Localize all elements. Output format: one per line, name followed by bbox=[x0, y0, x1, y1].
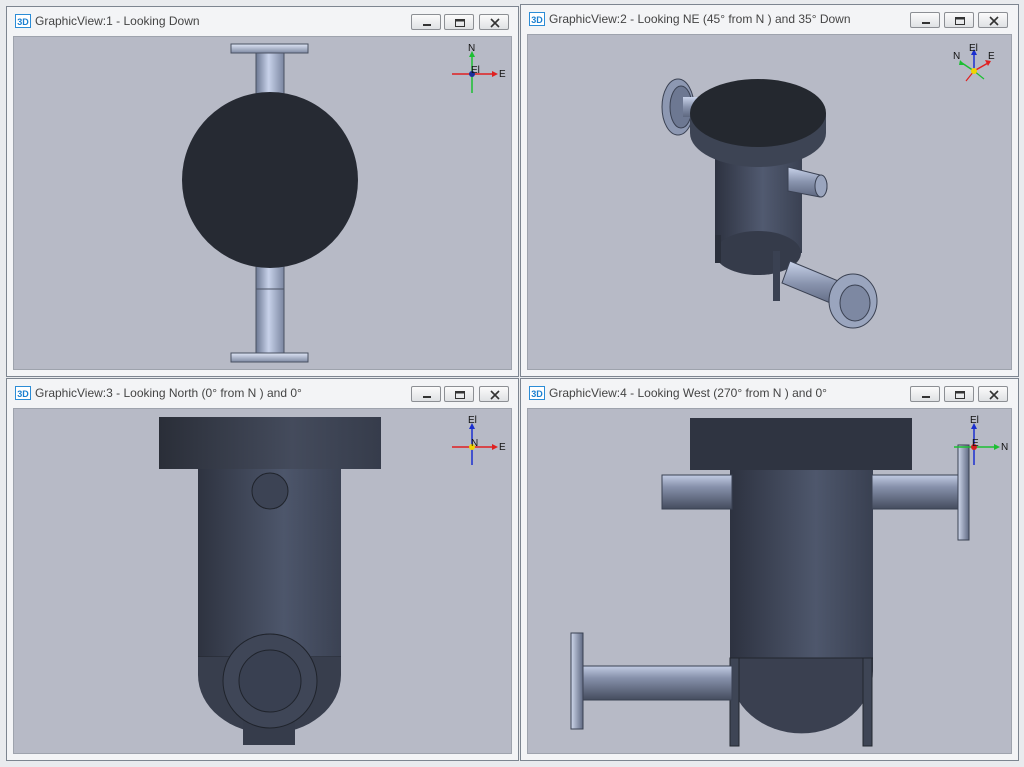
close-button[interactable] bbox=[978, 386, 1008, 402]
close-icon bbox=[989, 16, 999, 26]
svg-text:E: E bbox=[499, 442, 506, 453]
svg-text:N: N bbox=[1001, 442, 1008, 453]
svg-text:E: E bbox=[499, 69, 506, 80]
svg-text:E: E bbox=[972, 438, 979, 449]
restore-button[interactable] bbox=[444, 386, 474, 402]
restore-icon bbox=[955, 17, 965, 25]
restore-button[interactable] bbox=[444, 14, 474, 30]
close-button[interactable] bbox=[978, 12, 1008, 28]
minimize-button[interactable] bbox=[411, 14, 441, 30]
minimize-button[interactable] bbox=[411, 386, 441, 402]
viewport-3d[interactable]: N E El bbox=[13, 36, 512, 370]
minimize-icon bbox=[423, 396, 431, 398]
close-button[interactable] bbox=[479, 14, 509, 30]
window-title: GraphicView:2 - Looking NE (45° from N )… bbox=[549, 12, 851, 26]
vessel-west-view bbox=[570, 418, 970, 747]
minimize-icon bbox=[423, 24, 431, 26]
svg-text:El: El bbox=[969, 43, 978, 54]
axis-triad: N E El bbox=[452, 43, 506, 93]
minimize-button[interactable] bbox=[910, 386, 940, 402]
graphic-view-4-window[interactable]: 3D GraphicView:4 - Looking West (270° fr… bbox=[520, 378, 1019, 761]
axis-triad: El N E bbox=[954, 415, 1008, 465]
svg-text:El: El bbox=[471, 65, 480, 76]
window-title: GraphicView:4 - Looking West (270° from … bbox=[549, 386, 827, 400]
svg-text:E: E bbox=[988, 51, 995, 62]
svg-text:N: N bbox=[471, 438, 478, 449]
svg-text:El: El bbox=[970, 415, 979, 426]
minimize-icon bbox=[922, 22, 930, 24]
graphic-view-2-window[interactable]: 3D GraphicView:2 - Looking NE (45° from … bbox=[520, 4, 1019, 377]
minimize-icon bbox=[922, 396, 930, 398]
minimize-button[interactable] bbox=[910, 12, 940, 28]
3d-view-icon: 3D bbox=[529, 386, 545, 400]
window-title: GraphicView:3 - Looking North (0° from N… bbox=[35, 386, 302, 400]
window-title-bar[interactable]: 3D GraphicView:3 - Looking North (0° fro… bbox=[7, 379, 518, 407]
graphic-view-3-window[interactable]: 3D GraphicView:3 - Looking North (0° fro… bbox=[6, 378, 519, 761]
svg-text:N: N bbox=[468, 43, 475, 54]
viewport-3d[interactable]: El N E bbox=[527, 408, 1012, 754]
window-title-bar[interactable]: 3D GraphicView:2 - Looking NE (45° from … bbox=[521, 5, 1018, 33]
close-icon bbox=[989, 390, 999, 400]
window-title-bar[interactable]: 3D GraphicView:1 - Looking Down bbox=[7, 7, 518, 35]
window-title-bar[interactable]: 3D GraphicView:4 - Looking West (270° fr… bbox=[521, 379, 1018, 407]
window-title: GraphicView:1 - Looking Down bbox=[35, 14, 200, 28]
svg-text:El: El bbox=[468, 415, 477, 426]
close-icon bbox=[490, 18, 500, 28]
3d-view-icon: 3D bbox=[15, 386, 31, 400]
3d-view-icon: 3D bbox=[529, 12, 545, 26]
vessel-isometric-view bbox=[661, 78, 878, 329]
viewport-3d[interactable]: El E N bbox=[527, 34, 1012, 370]
vessel-top-view bbox=[182, 43, 358, 363]
restore-icon bbox=[455, 19, 465, 27]
close-button[interactable] bbox=[479, 386, 509, 402]
svg-text:N: N bbox=[953, 51, 960, 62]
restore-button[interactable] bbox=[944, 12, 974, 28]
graphic-view-1-window[interactable]: 3D GraphicView:1 - Looking Down N E El bbox=[6, 6, 519, 377]
close-icon bbox=[490, 390, 500, 400]
axis-triad: El E N bbox=[953, 43, 995, 82]
viewport-3d[interactable]: El E N bbox=[13, 408, 512, 754]
3d-view-icon: 3D bbox=[15, 14, 31, 28]
restore-icon bbox=[455, 391, 465, 399]
restore-button[interactable] bbox=[944, 386, 974, 402]
axis-triad: El E N bbox=[452, 415, 506, 465]
vessel-north-view bbox=[159, 417, 381, 745]
restore-icon bbox=[955, 391, 965, 399]
